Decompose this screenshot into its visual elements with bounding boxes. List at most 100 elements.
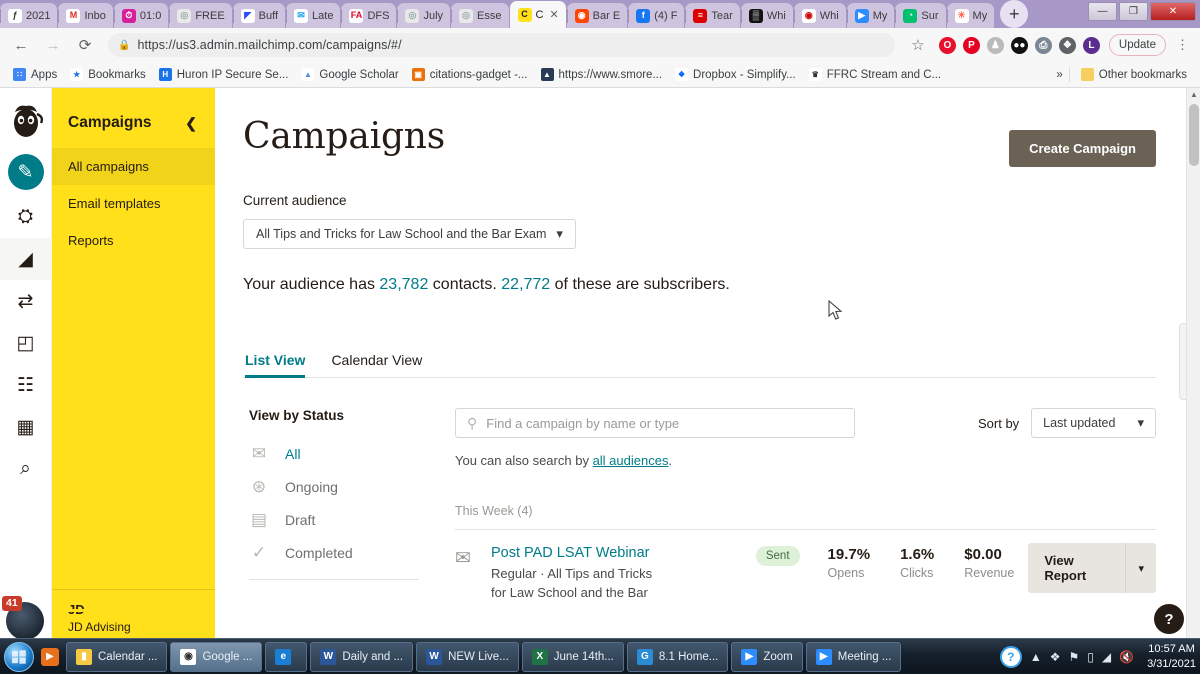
- campaigns-megaphone-icon[interactable]: ◢: [0, 238, 52, 280]
- create-campaign-pencil[interactable]: ✎: [7, 154, 44, 190]
- website-icon[interactable]: ◰: [0, 322, 52, 364]
- back-button[interactable]: ←: [8, 32, 34, 58]
- create-campaign-button[interactable]: Create Campaign: [1009, 130, 1156, 167]
- tab-list-view[interactable]: List View: [245, 352, 306, 378]
- taskbar-clock[interactable]: 10:57 AM 3/31/2021: [1143, 642, 1196, 672]
- battery-icon[interactable]: ▯: [1087, 650, 1094, 664]
- taskbar-item[interactable]: W Daily and ...: [310, 641, 414, 672]
- audience-select[interactable]: All Tips and Tricks for Law School and t…: [243, 219, 576, 249]
- taskbar-item[interactable]: W NEW Live...: [416, 641, 519, 672]
- browser-tab[interactable]: C C ✕: [509, 1, 566, 28]
- opera-icon[interactable]: O: [938, 36, 956, 54]
- browser-tab[interactable]: ◎ Esse: [451, 3, 509, 28]
- campaign-list-column: ⚲ Find a campaign by name or type Sort b…: [455, 408, 1156, 603]
- bookmark-item[interactable]: ∷ Apps: [8, 66, 62, 83]
- pinterest-icon[interactable]: P: [962, 36, 980, 54]
- status-filter-draft[interactable]: ▤ Draft: [249, 503, 455, 536]
- new-tab-button[interactable]: +: [1000, 0, 1029, 28]
- close-tab-button[interactable]: ✕: [549, 8, 558, 21]
- profile-icon[interactable]: L: [1082, 36, 1100, 54]
- browser-tab[interactable]: FA DFS: [341, 3, 397, 28]
- minimize-button[interactable]: —: [1088, 2, 1117, 21]
- audience-icon[interactable]: ⛭: [0, 196, 52, 238]
- bookmark-item[interactable]: ★ Bookmarks: [65, 66, 151, 83]
- start-button[interactable]: [4, 641, 34, 672]
- other-bookmarks-button[interactable]: Other bookmarks: [1076, 66, 1192, 83]
- browser-tab[interactable]: ◤ Buff: [232, 3, 286, 28]
- reload-button[interactable]: ⟳: [72, 32, 98, 58]
- sort-select[interactable]: Last updated ▾: [1031, 408, 1156, 438]
- taskbar-item[interactable]: ◉ Google ...: [170, 641, 263, 672]
- subnav-item-reports[interactable]: Reports: [52, 222, 215, 259]
- view-report-button[interactable]: View Report: [1028, 543, 1126, 593]
- taskbar-item[interactable]: X June 14th...: [521, 641, 624, 672]
- browser-tab[interactable]: ƒ 2021: [0, 3, 58, 28]
- taskbar-item[interactable]: ▶ Zoom: [731, 641, 803, 672]
- browser-tab[interactable]: M Inbo: [58, 3, 113, 28]
- browser-tab[interactable]: ◎ FREE: [169, 3, 232, 28]
- integrations-icon[interactable]: ▦: [0, 406, 52, 448]
- browser-tab[interactable]: ✉ Late: [286, 3, 341, 28]
- maximize-button[interactable]: ❐: [1119, 2, 1148, 21]
- browser-tab[interactable]: ◉ Bar E: [566, 3, 628, 28]
- hubspot-icon[interactable]: ●●: [1010, 36, 1028, 54]
- taskbar-item[interactable]: ▮ Calendar ...: [66, 641, 168, 672]
- campaign-name-link[interactable]: Post PAD LSAT Webinar: [491, 545, 742, 561]
- printer-icon[interactable]: ⎙: [1034, 36, 1052, 54]
- grammarly-icon[interactable]: ♟: [986, 36, 1004, 54]
- browser-tab[interactable]: ◎ July: [397, 3, 451, 28]
- automations-icon[interactable]: ⇄: [0, 280, 52, 322]
- search-input[interactable]: ⚲ Find a campaign by name or type: [455, 408, 855, 438]
- campaign-row[interactable]: ✉ Post PAD LSAT Webinar Regular · All Tips…: [455, 530, 1156, 603]
- volume-muted-icon[interactable]: 🔇: [1119, 650, 1134, 664]
- account-avatar[interactable]: 41: [2, 596, 44, 640]
- browser-tab[interactable]: ▶ My: [846, 3, 895, 28]
- status-filter-ongoing[interactable]: ⊛ Ongoing: [249, 470, 455, 503]
- content-studio-icon[interactable]: ☷: [0, 364, 52, 406]
- scrollbar-thumb[interactable]: [1189, 104, 1199, 166]
- browser-menu-button[interactable]: ⋮: [1172, 37, 1192, 53]
- search-icon[interactable]: ⌕: [0, 448, 52, 490]
- flag-action-center-icon[interactable]: ⚑: [1069, 650, 1080, 664]
- bookmark-item[interactable]: ▲ https://www.smore...: [536, 66, 668, 83]
- bookmark-item[interactable]: ♛ FFRC Stream and C...: [804, 66, 946, 83]
- update-button[interactable]: Update: [1108, 34, 1166, 56]
- status-filter-all[interactable]: ✉ All: [249, 437, 455, 470]
- chevron-left-icon[interactable]: ❮: [185, 115, 197, 132]
- close-window-button[interactable]: ✕: [1150, 2, 1196, 21]
- bookmark-item[interactable]: H Huron IP Secure Se...: [154, 66, 294, 83]
- status-filter-completed[interactable]: ✓ Completed: [249, 536, 455, 569]
- browser-tab[interactable]: ◔ Sur: [895, 3, 946, 28]
- taskbar-item[interactable]: ▶ Meeting ...: [805, 641, 902, 672]
- bookmark-star-button[interactable]: ☆: [905, 32, 931, 58]
- forward-button[interactable]: →: [40, 32, 66, 58]
- help-button[interactable]: ?: [1154, 604, 1184, 634]
- tab-calendar-view[interactable]: Calendar View: [331, 352, 422, 377]
- all-audiences-link[interactable]: all audiences: [593, 453, 669, 468]
- puzzle-icon[interactable]: ❖: [1058, 36, 1076, 54]
- help-icon[interactable]: ?: [999, 645, 1022, 668]
- network-icon[interactable]: ◢: [1102, 650, 1111, 664]
- browser-tab[interactable]: ▒ Whi: [740, 3, 793, 28]
- browser-tab[interactable]: ≡ Tear: [685, 3, 740, 28]
- browser-tab[interactable]: ✳ My: [946, 3, 995, 28]
- scroll-up-arrow[interactable]: ▲: [1190, 90, 1198, 99]
- browser-tab[interactable]: f (4) F: [628, 3, 685, 28]
- browser-tab[interactable]: ⏱ 01:0: [113, 3, 169, 28]
- subnav-item-email-templates[interactable]: Email templates: [52, 185, 215, 222]
- dropbox-tray-icon[interactable]: ❖: [1050, 650, 1061, 664]
- show-hidden-icons-chevron[interactable]: ▲: [1030, 650, 1042, 664]
- bookmark-item[interactable]: ❖ Dropbox - Simplify...: [670, 66, 801, 83]
- browser-tab[interactable]: ◉ Whi: [793, 3, 846, 28]
- bookmark-item[interactable]: ▣ citations-gadget -...: [407, 66, 533, 83]
- taskbar-item[interactable]: e: [265, 641, 308, 672]
- media-player-icon[interactable]: ▶: [37, 642, 63, 672]
- mailchimp-freddie-logo[interactable]: [6, 100, 46, 140]
- subnav-item-all-campaigns[interactable]: All campaigns: [52, 148, 215, 185]
- taskbar-item[interactable]: G 8.1 Home...: [626, 641, 729, 672]
- report-dropdown-button[interactable]: ▾: [1125, 543, 1156, 593]
- bookmark-item[interactable]: ▲ Google Scholar: [296, 66, 403, 83]
- page-scrollbar[interactable]: ▲ ▼: [1186, 88, 1200, 648]
- address-bar[interactable]: 🔒 https://us3.admin.mailchimp.com/campai…: [108, 33, 895, 57]
- bookmarks-overflow-button[interactable]: »: [1056, 69, 1062, 81]
